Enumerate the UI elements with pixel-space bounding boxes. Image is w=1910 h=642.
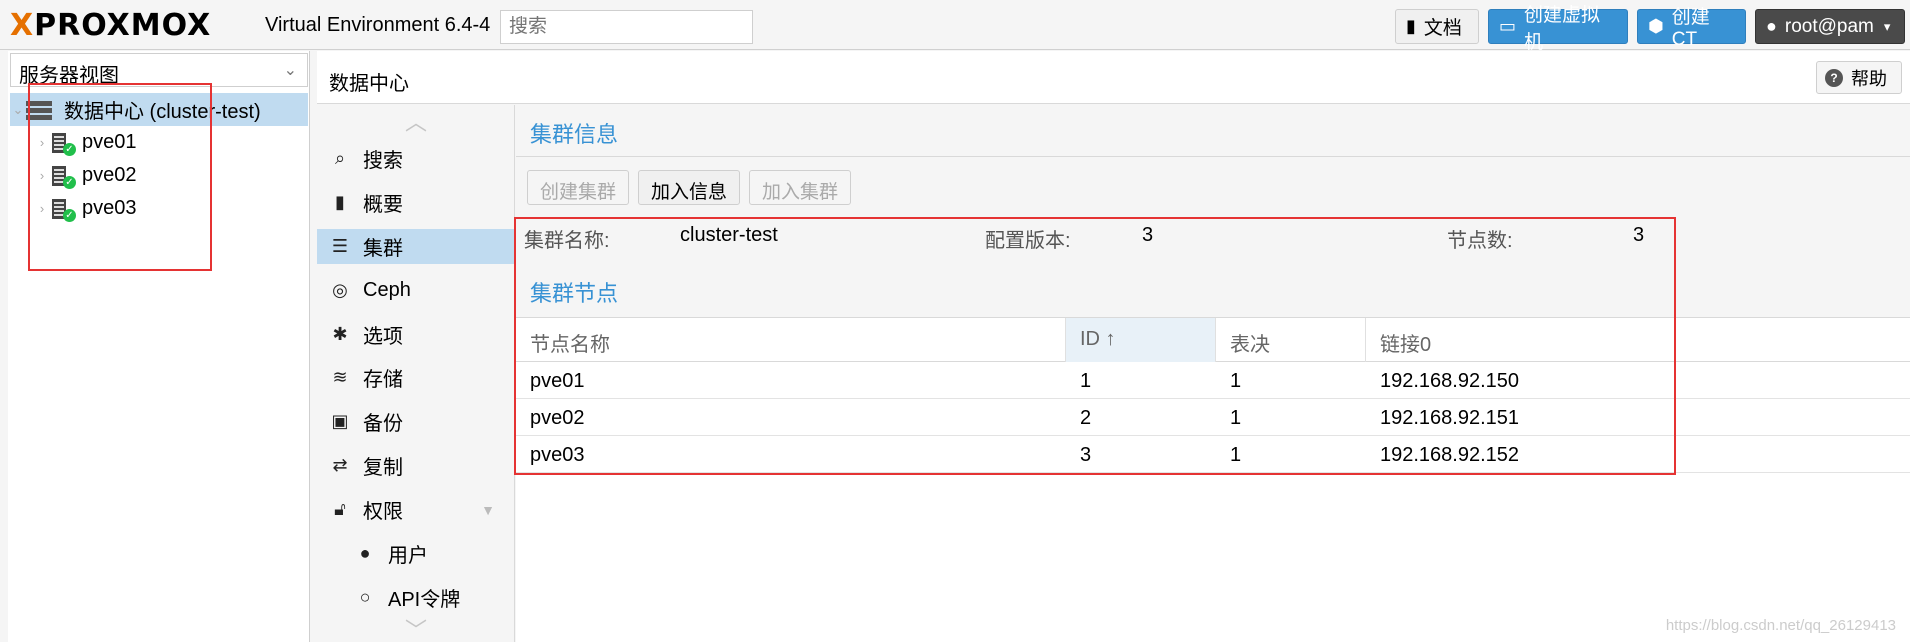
datacenter-nav: ︿ ⌕ 搜索 ▮ 概要 ☰ 集群 ◎ Ceph ✱ 选项 ≋ 存储 ▣ 备份 ⇄ 复制 🔓︎ 权限… <box>317 105 515 642</box>
help-button[interactable]: ? 帮助 <box>1816 61 1902 94</box>
expand-icon[interactable]: › <box>34 135 50 150</box>
watermark: https://blog.csdn.net/qq_26129413 <box>1665 617 1896 634</box>
cluster-nodes-title: 集群节点 <box>516 261 1910 318</box>
database-icon: ≋ <box>332 367 348 387</box>
create-cluster-button[interactable]: 创建集群 <box>527 170 630 205</box>
view-selector[interactable]: 服务器视图 ⌄ <box>10 53 308 87</box>
user-outline-icon: ○ <box>359 587 371 607</box>
nav-item-ceph[interactable]: ◎ Ceph <box>317 273 515 308</box>
cluster-info-row: 集群名称: cluster-test 配置版本: 3 节点数: 3 <box>516 209 1910 261</box>
nav-item-search[interactable]: ⌕ 搜索 <box>317 141 515 176</box>
content-titlebar: 数据中心 ? 帮助 <box>317 51 1910 104</box>
nav-item-cluster[interactable]: ☰ 集群 <box>317 229 515 264</box>
book-icon: ▮ <box>335 192 345 212</box>
chevron-down-icon: ⌄ <box>283 62 297 79</box>
datacenter-icon <box>26 99 52 121</box>
create-ct-button[interactable]: ⬢ 创建CT <box>1637 7 1746 50</box>
floppy-icon: ▣ <box>331 411 349 431</box>
resource-tree: 服务器视图 ⌄ ⌄ 数据中心 (cluster-test) › ✓ pve01 … <box>8 51 310 642</box>
cluster-panel: 集群信息 创建集群 加入信息 加入集群 集群名称: cluster-test 配… <box>516 105 1910 642</box>
expand-icon[interactable]: › <box>34 168 50 183</box>
nav-item-users[interactable]: ● 用户 <box>317 536 515 571</box>
chevron-down-icon: ▾ <box>1883 18 1891 34</box>
tree-item-node[interactable]: › ✓ pve02 <box>10 159 308 192</box>
tree-item-datacenter[interactable]: ⌄ 数据中心 (cluster-test) <box>10 93 308 126</box>
column-header-id[interactable]: ID ↑ <box>1066 318 1216 362</box>
column-header-node-name[interactable]: 节点名称 <box>516 318 1066 362</box>
config-version-label: 配置版本: <box>985 230 1071 252</box>
node-online-icon: ✓ <box>50 165 76 189</box>
config-version-value: 3 <box>1142 224 1154 246</box>
table-row[interactable]: pve03 3 1 192.168.92.152 <box>516 436 1910 473</box>
tree-item-node[interactable]: › ✓ pve01 <box>10 126 308 159</box>
node-count-value: 3 <box>1633 224 1645 246</box>
nav-item-storage[interactable]: ≋ 存储 <box>317 360 515 395</box>
book-icon: ▮ <box>1406 16 1416 36</box>
gear-icon: ✱ <box>332 324 348 344</box>
page-title: 数据中心 <box>329 73 409 95</box>
nav-item-options[interactable]: ✱ 选项 <box>317 317 515 352</box>
scroll-down-icon[interactable]: ﹀ <box>317 613 515 642</box>
desktop-icon: ▭ <box>1499 16 1517 36</box>
cluster-info-title: 集群信息 <box>516 105 1910 157</box>
retweet-icon: ⇄ <box>332 455 348 475</box>
nav-item-permissions[interactable]: 🔓︎ 权限 ▼ <box>317 492 515 527</box>
column-header-votes[interactable]: 表决 <box>1216 318 1366 362</box>
top-toolbar: XPROXMOX Virtual Environment 6.4-4 ▮ 文档 … <box>0 0 1910 53</box>
search-icon: ⌕ <box>334 148 346 168</box>
server-icon: ☰ <box>331 236 349 256</box>
create-vm-button[interactable]: ▭ 创建虚拟机 <box>1488 5 1628 53</box>
docs-button[interactable]: ▮ 文档 <box>1395 9 1479 44</box>
expand-icon[interactable]: › <box>34 201 50 216</box>
user-icon: ● <box>359 543 371 563</box>
user-icon: ● <box>1766 16 1777 36</box>
question-icon: ? <box>1825 68 1843 87</box>
table-row[interactable]: pve01 1 1 192.168.92.150 <box>516 362 1910 399</box>
nav-item-summary[interactable]: ▮ 概要 <box>317 185 515 220</box>
product-version: Virtual Environment 6.4-4 <box>265 14 491 36</box>
nodes-grid-header: 节点名称 ID ↑ 表决 链接0 <box>516 318 1910 362</box>
nav-item-api-tokens[interactable]: ○ API令牌 <box>317 580 515 615</box>
node-online-icon: ✓ <box>50 132 76 156</box>
table-row[interactable]: pve02 2 1 192.168.92.151 <box>516 399 1910 436</box>
cluster-name-label: 集群名称: <box>524 230 610 252</box>
node-count-label: 节点数: <box>1447 230 1513 252</box>
user-menu-button[interactable]: ● root@pam ▾ <box>1755 9 1905 44</box>
nav-item-replication[interactable]: ⇄ 复制 <box>317 448 515 483</box>
cluster-name-value: cluster-test <box>680 224 778 246</box>
nav-item-backup[interactable]: ▣ 备份 <box>317 404 515 439</box>
tree-item-node[interactable]: › ✓ pve03 <box>10 192 308 225</box>
proxmox-logo: XPROXMOX <box>10 7 212 43</box>
join-cluster-button[interactable]: 加入集群 <box>749 170 852 205</box>
chevron-down-icon: ▼ <box>481 501 495 518</box>
column-header-link0[interactable]: 链接0 <box>1366 318 1666 362</box>
cube-icon: ⬢ <box>1648 16 1664 36</box>
search-input[interactable] <box>500 10 753 44</box>
join-info-button[interactable]: 加入信息 <box>638 170 741 205</box>
node-online-icon: ✓ <box>50 198 76 222</box>
ceph-icon: ◎ <box>332 280 348 300</box>
scroll-up-icon[interactable]: ︿ <box>317 105 515 137</box>
cluster-toolbar: 创建集群 加入信息 加入集群 <box>516 157 1910 209</box>
unlock-icon: 🔓︎ <box>334 499 346 519</box>
collapse-icon[interactable]: ⌄ <box>10 102 26 118</box>
